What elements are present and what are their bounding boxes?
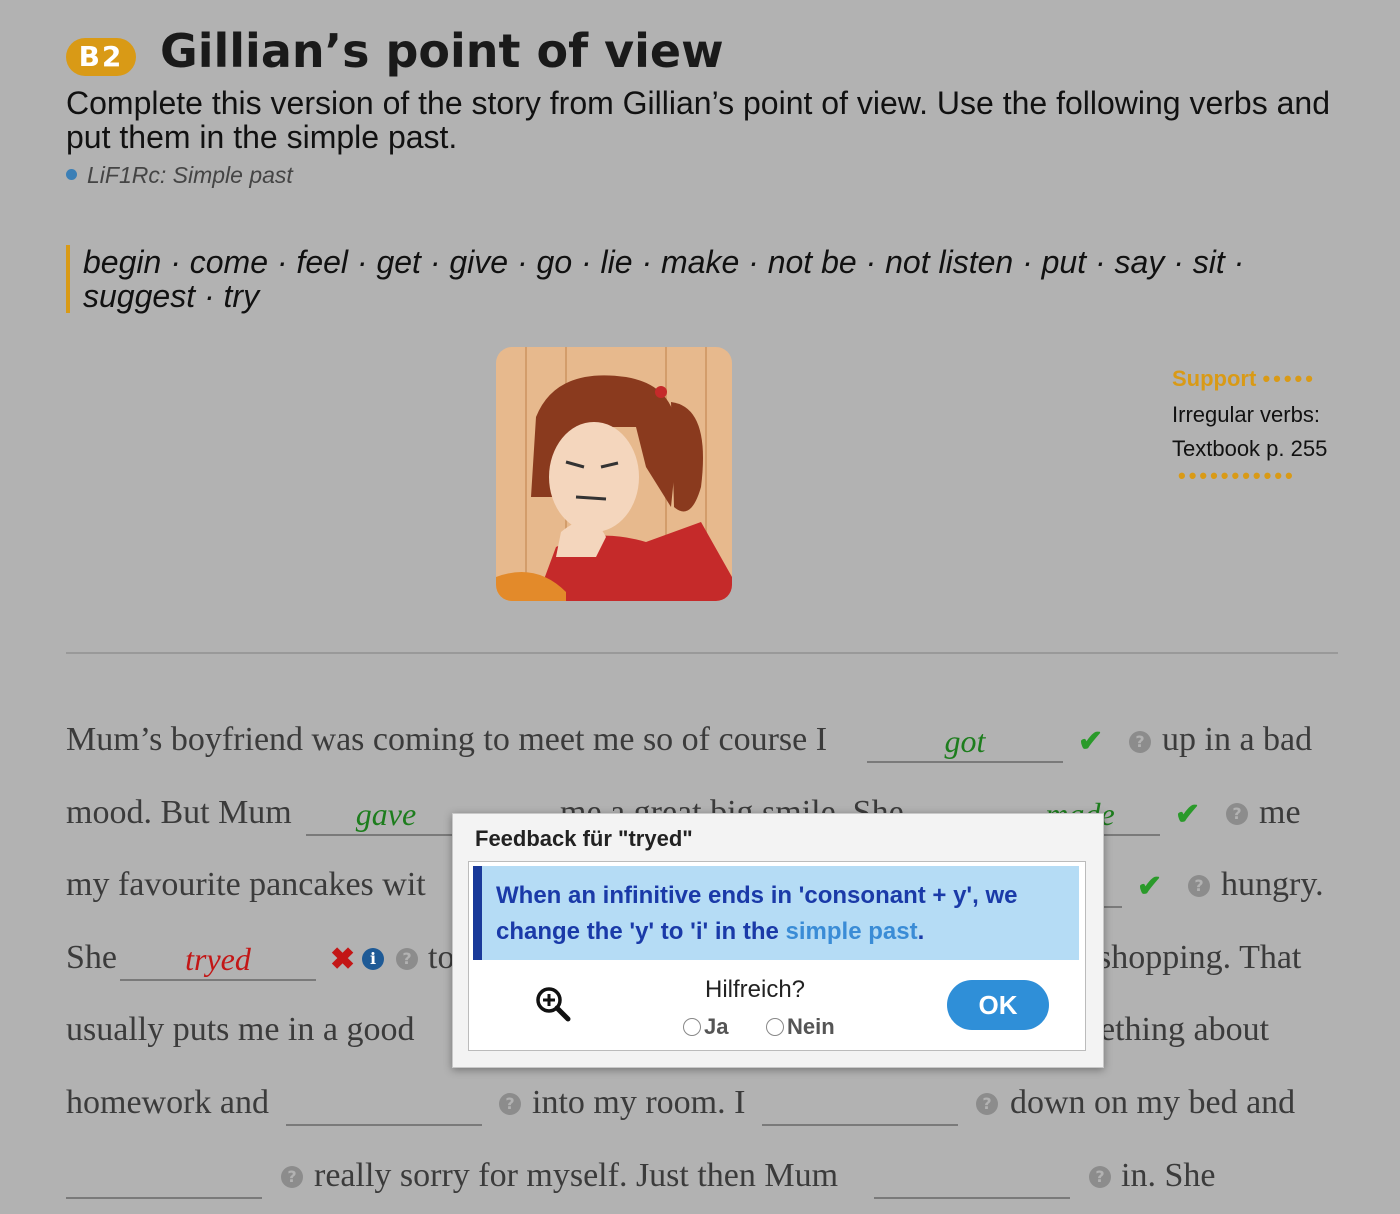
answer-field-6[interactable] <box>286 1084 482 1126</box>
gillian-illustration <box>496 347 732 601</box>
story-text: really sorry for myself. Just then Mum <box>314 1157 839 1194</box>
radio-circle <box>683 1018 701 1036</box>
story-text: up in a bad <box>1162 721 1313 758</box>
grammar-reference-label: LiF1Rc: Simple past <box>87 162 293 188</box>
answer-field-2[interactable]: gave <box>306 794 466 836</box>
feedback-message: When an infinitive ends in 'consonant + … <box>496 882 1018 945</box>
story-text: me <box>1259 794 1301 831</box>
dialog-title: Feedback für "tryed" <box>475 826 693 851</box>
verb-box-bar <box>66 245 70 313</box>
answer-field-7[interactable] <box>762 1084 958 1126</box>
correct-icon: ✔ <box>1175 798 1201 831</box>
story-text: in. She <box>1121 1157 1216 1194</box>
story-text: hungry. <box>1221 866 1324 903</box>
feedback-box: When an infinitive ends in 'consonant + … <box>473 866 1079 960</box>
story-text: She <box>66 939 117 976</box>
story-text: down on my bed and <box>1010 1084 1296 1121</box>
support-line-2: Textbook p. 255 <box>1172 436 1328 461</box>
helpful-no-radio[interactable]: Nein <box>766 1014 835 1040</box>
story-text: Mum’s boyfriend was coming to meet me so… <box>66 721 828 758</box>
verb-list: begin · come · feel · get · give · go · … <box>83 244 1245 314</box>
hint-icon[interactable]: ? <box>1089 1166 1111 1188</box>
answer-field-8[interactable] <box>66 1157 262 1199</box>
bullet-icon <box>66 169 77 180</box>
helpful-question: Hilfreich? <box>705 976 806 1003</box>
zoom-in-icon[interactable] <box>533 984 573 1024</box>
ok-button[interactable]: OK <box>947 980 1049 1030</box>
answer-field-9[interactable] <box>874 1157 1070 1199</box>
answer-field-4[interactable]: tryed <box>120 939 316 981</box>
story-text: my favourite pancakes wit <box>66 866 426 903</box>
story-text: homework and <box>66 1084 270 1121</box>
info-icon[interactable]: i <box>362 948 384 970</box>
story-text: shopping. That <box>1098 939 1302 976</box>
feedback-period: . <box>917 918 925 945</box>
divider <box>66 652 1338 654</box>
level-badge: B2 <box>66 38 136 76</box>
feedback-text: When an infinitive ends in 'consonant + … <box>496 878 1056 950</box>
hint-icon[interactable]: ? <box>976 1093 998 1115</box>
grammar-reference[interactable]: LiF1Rc: Simple past <box>66 162 293 189</box>
story-text: into my room. I <box>532 1084 746 1121</box>
wrong-icon: ✖ <box>330 943 356 976</box>
support-line-1: Irregular verbs: <box>1172 402 1320 427</box>
hint-icon[interactable]: ? <box>499 1093 521 1115</box>
story-text: mood. But Mum <box>66 794 292 831</box>
no-label: Nein <box>787 1014 835 1039</box>
correct-icon: ✔ <box>1137 870 1163 903</box>
hint-icon[interactable]: ? <box>1226 803 1248 825</box>
hint-icon[interactable]: ? <box>1188 875 1210 897</box>
instruction-text: Complete this version of the story from … <box>66 85 1330 155</box>
feedback-dialog: Feedback für "tryed" When an infinitive … <box>452 813 1104 1068</box>
helpful-yes-radio[interactable]: Ja <box>683 1014 728 1040</box>
support-text: Irregular verbs: Textbook p. 255 •••••••… <box>1172 398 1328 488</box>
radio-circle <box>766 1018 784 1036</box>
page-title: Gillian’s point of view <box>160 24 724 78</box>
simple-past-link[interactable]: simple past <box>786 918 918 945</box>
story-text: usually puts me in a good <box>66 1011 415 1048</box>
story-text: to <box>428 939 455 976</box>
hint-icon[interactable]: ? <box>396 948 418 970</box>
story-text: ething about <box>1100 1011 1270 1048</box>
support-label: Support ••••• <box>1172 366 1316 391</box>
yes-label: Ja <box>704 1014 729 1039</box>
hint-icon[interactable]: ? <box>281 1166 303 1188</box>
dialog-body: When an infinitive ends in 'consonant + … <box>468 861 1086 1051</box>
hint-icon[interactable]: ? <box>1129 731 1151 753</box>
support-dots: ••••••••••• <box>1178 463 1296 488</box>
answer-field-1[interactable]: got <box>867 721 1063 763</box>
correct-icon: ✔ <box>1078 725 1104 758</box>
